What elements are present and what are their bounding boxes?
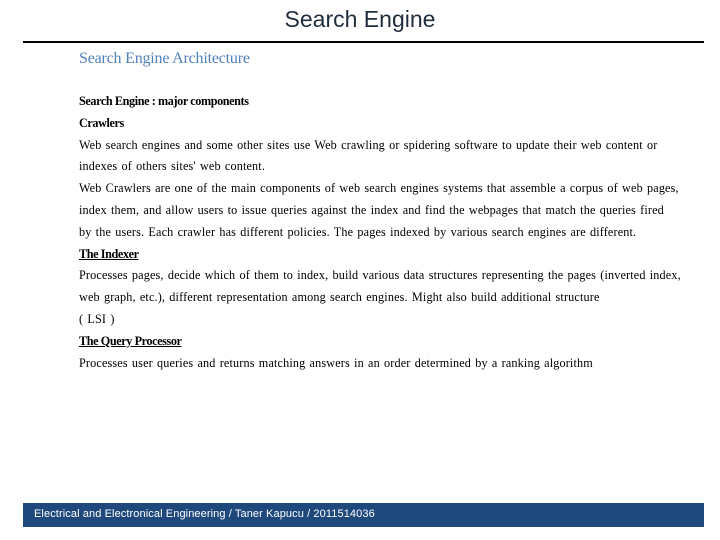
crawlers-paragraph-line: indexes of others sites' web content. — [79, 159, 266, 174]
crawlers-paragraph-line: Web Crawlers are one of the main compone… — [79, 181, 679, 196]
footer-bar: Electrical and Electronical Engineering … — [23, 503, 704, 527]
indexer-paragraph-line: Processes pages, decide which of them to… — [79, 268, 681, 283]
query-processor-heading: The Query Processor — [79, 333, 182, 348]
query-processor-paragraph-line: Processes user queries and returns match… — [79, 355, 593, 370]
slide-subtitle: Search Engine Architecture — [79, 50, 250, 67]
slide-content: Search Engine : major components Crawler… — [79, 91, 694, 374]
crawlers-paragraph-line: index them, and allow users to issue que… — [79, 202, 664, 217]
crawlers-paragraph-line: Web search engines and some other sites … — [79, 137, 658, 152]
crawlers-heading: Crawlers — [79, 115, 124, 130]
indexer-paragraph-line: ( LSI ) — [79, 311, 115, 326]
indexer-paragraph-line: web graph, etc.), different representati… — [79, 290, 600, 305]
slide-title: Search Engine — [284, 6, 436, 32]
title-divider — [23, 41, 704, 43]
components-heading: Search Engine : major components — [79, 94, 249, 108]
indexer-heading: The Indexer — [79, 246, 139, 261]
crawlers-paragraph-line: by the users. Each crawler has different… — [79, 224, 637, 239]
footer-text: Electrical and Electronical Engineering … — [34, 508, 375, 520]
